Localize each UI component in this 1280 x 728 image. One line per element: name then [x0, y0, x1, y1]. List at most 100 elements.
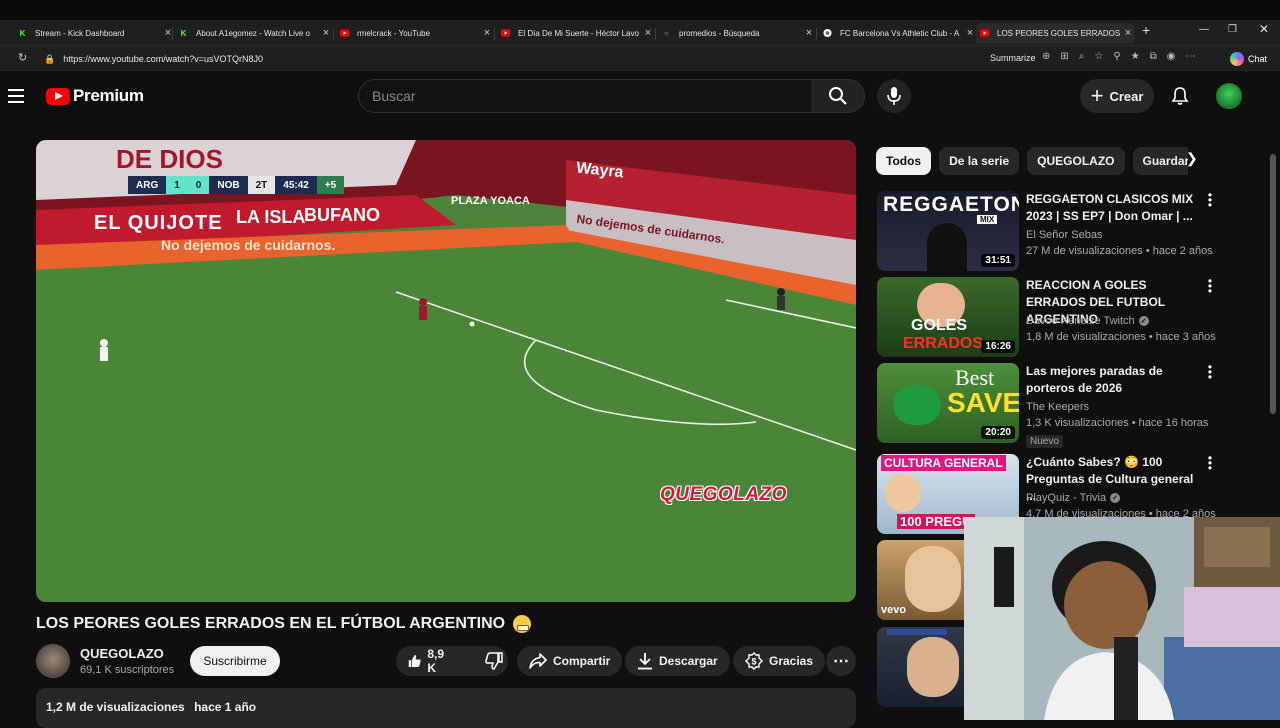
video-thumbnail[interactable]: Best SAVE 20:20 [877, 363, 1019, 443]
copilot-chat-button[interactable]: Chat [1230, 50, 1267, 68]
app-icon[interactable]: ⊞ [1060, 51, 1068, 62]
more-icon[interactable]: ⋯ [1186, 51, 1196, 62]
grimacing-emoji-icon [513, 615, 532, 633]
more-actions-button[interactable]: ⋯ [826, 646, 856, 676]
verified-icon: ✓ [1110, 493, 1121, 503]
tab-rmelcrack[interactable]: rmelcrack - YouTube × [336, 23, 493, 43]
create-button[interactable]: + Crear [1080, 79, 1154, 113]
tab-fc-barcelona[interactable]: FC Barcelona Vs Athletic Club - A × [819, 23, 976, 43]
recommendation-item[interactable]: Best SAVE 20:20 Las mejores paradas de p… [877, 361, 1257, 448]
share-icon [529, 653, 547, 669]
ad-banner-la-isla: LA ISLA [236, 207, 306, 227]
restore-icon[interactable]: ❐ [1228, 24, 1237, 35]
download-icon [638, 653, 652, 670]
kick-icon: K [19, 28, 26, 38]
summarize-button[interactable]: Summarize [990, 53, 1036, 63]
more-vert-icon[interactable]: • • • [1207, 189, 1213, 211]
ad-board-message: No dejemos de cuidarnos. [161, 237, 336, 253]
address-bar-row: ‹ ↻ 🔒 https://www.youtube.com/watch?v=us… [0, 46, 1280, 72]
channel-avatar[interactable] [36, 644, 70, 678]
thanks-button[interactable]: $ Gracias [733, 646, 826, 676]
voice-search-button[interactable] [877, 79, 911, 113]
close-tab-icon[interactable]: × [964, 27, 976, 39]
video-player[interactable]: ARG 1 0 NOB 2T 45:42 +5 EL QUIJOTE LA IS… [36, 140, 856, 602]
recommendation-item[interactable]: GOLES ERRADOS 16:26 REACCION A GOLES ERR… [877, 275, 1257, 359]
description-box[interactable]: 1,2 M de visualizaciones hace 1 año [36, 688, 856, 728]
new-badge: Nuevo [1026, 435, 1063, 448]
favorite-star-icon[interactable]: ☆ [1094, 51, 1103, 62]
lock-icon: 🔒 [44, 53, 56, 64]
more-vert-icon[interactable]: • • • [1207, 275, 1213, 297]
toolbar-icons: ⊕ ⊞ ⌕ ☆ ⚲ ★ ⧉ ◉ ⋯ [1042, 51, 1196, 62]
browser-tab-strip: K Stream - Kick Dashboard × K About A1eg… [0, 0, 1280, 46]
back-icon[interactable]: ‹ [0, 51, 1, 63]
tab-promedios[interactable]: ○ promedios - Búsqueda × [658, 23, 815, 43]
chip-de-la-serie[interactable]: De la serie [939, 147, 1020, 175]
close-tab-icon[interactable]: × [320, 27, 332, 39]
subscriber-count: 69,1 K suscriptores [80, 664, 175, 676]
search-icon: ○ [664, 28, 669, 38]
video-frame [36, 140, 856, 602]
svg-text:$: $ [751, 657, 756, 667]
zoom-icon[interactable]: ⌕ [1079, 51, 1085, 62]
channel-name-verified[interactable]: Davoo Xeneize Twitch ✓ [1026, 315, 1149, 327]
tab-active-video[interactable]: LOS PEORES GOLES ERRADOS EN × [976, 23, 1134, 43]
url-field[interactable]: 🔒 https://www.youtube.com/watch?v=usVOTQ… [38, 49, 978, 69]
search-input[interactable] [359, 80, 811, 112]
close-tab-icon[interactable]: × [1122, 27, 1134, 39]
minimize-icon[interactable]: — [1199, 24, 1209, 35]
more-vert-icon[interactable]: • • • [1207, 452, 1213, 474]
vevo-logo: vevo [881, 604, 907, 616]
collections-icon[interactable]: ⧉ [1150, 51, 1157, 62]
tab-kick-dashboard[interactable]: K Stream - Kick Dashboard × [14, 23, 174, 43]
youtube-premium-logo[interactable]: Premium [46, 86, 144, 106]
video-thumbnail[interactable]: GOLES ERRADOS 16:26 [877, 277, 1019, 357]
close-tab-icon[interactable]: × [642, 27, 654, 39]
subscribe-button[interactable]: Suscribirme [190, 646, 280, 676]
video-thumbnail[interactable]: REGGAETON MIX 31:51 [877, 191, 1019, 271]
page-scrollbar[interactable] [1270, 154, 1276, 414]
new-tab-icon[interactable]: + [1142, 22, 1150, 38]
copilot-icon [1230, 52, 1244, 66]
close-tab-icon[interactable]: × [481, 27, 493, 39]
like-dislike-group: 8,9 K [396, 646, 508, 676]
recommendation-item[interactable]: REGGAETON MIX 31:51 REGGAETON CLASICOS M… [877, 189, 1257, 273]
extension-icon[interactable]: ⊕ [1042, 51, 1050, 62]
ad-banner-bufano: BUFANO [304, 205, 380, 225]
like-button[interactable]: 8,9 K [396, 646, 461, 676]
youtube-logo-icon [46, 87, 70, 105]
channel-watermark: QUEGOLAZO [660, 484, 787, 505]
dislike-button[interactable] [473, 646, 515, 676]
verified-icon: ✓ [1138, 316, 1149, 326]
close-tab-icon[interactable]: × [803, 27, 815, 39]
channel-name-verified[interactable]: PlayQuiz - Trivia ✓ [1026, 492, 1121, 504]
hamburger-menu-icon[interactable] [8, 89, 24, 107]
search-box [358, 79, 812, 113]
close-window-icon[interactable]: ✕ [1259, 22, 1269, 36]
reload-icon[interactable]: ↻ [18, 51, 27, 64]
youtube-icon [980, 29, 989, 38]
streamer-webcam-overlay [964, 517, 1280, 720]
notifications-button[interactable] [1168, 84, 1192, 108]
tab-el-dia-de-mi-suerte[interactable]: El Día De Mi Suerte - Héctor Lavo × [497, 23, 654, 43]
share-button[interactable]: Compartir [517, 646, 623, 676]
bell-icon [1171, 87, 1189, 105]
download-button[interactable]: Descargar [625, 646, 730, 676]
search-button[interactable] [811, 79, 865, 113]
extensions-icon[interactable]: ⚲ [1113, 51, 1120, 62]
chevron-right-icon[interactable]: ❯ [1186, 150, 1198, 167]
favorites-icon[interactable]: ★ [1131, 51, 1140, 62]
chip-guardar[interactable]: Guardar [1132, 147, 1188, 175]
channel-name[interactable]: QUEGOLAZO [80, 646, 164, 661]
youtube-icon [501, 29, 510, 38]
account-avatar[interactable] [1216, 83, 1242, 109]
more-vert-icon[interactable]: • • • [1207, 361, 1213, 383]
tab-about-a1egomez[interactable]: K About A1egomez - Watch Live o × [175, 23, 332, 43]
youtube-icon [340, 29, 349, 38]
chip-quegolazo[interactable]: QUEGOLAZO [1027, 147, 1125, 175]
profile-icon[interactable]: ◉ [1167, 51, 1176, 62]
chip-todos[interactable]: Todos [876, 147, 932, 175]
match-scoreboard: ARG 1 0 NOB 2T 45:42 +5 [128, 176, 345, 194]
plus-icon: + [1090, 83, 1104, 108]
kick-icon: K [180, 28, 187, 38]
